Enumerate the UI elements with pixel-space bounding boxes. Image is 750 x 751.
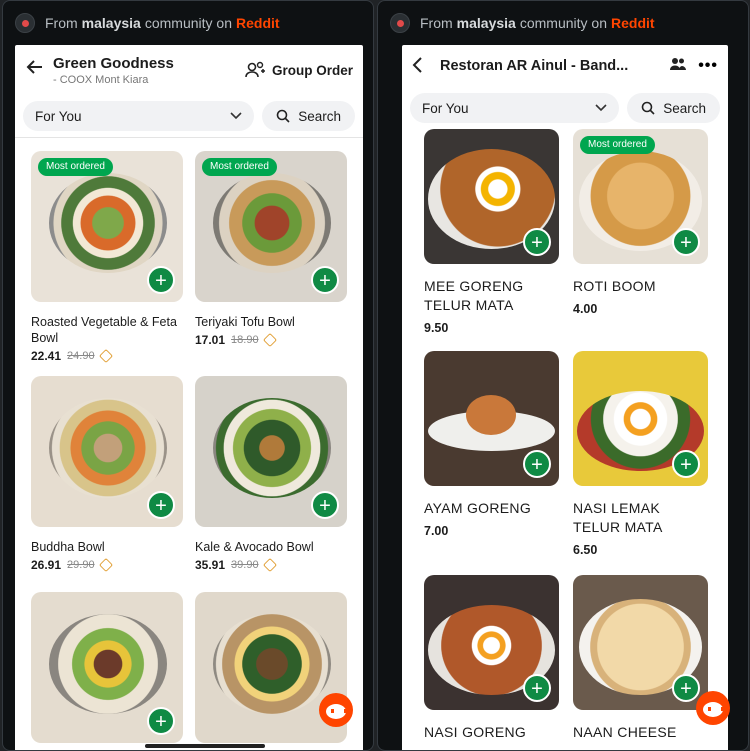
search-button[interactable]: Search (262, 101, 355, 131)
food-image: Most ordered + (195, 151, 347, 302)
add-to-cart-button[interactable]: + (672, 228, 700, 256)
discount-tag-icon (98, 348, 113, 364)
item-name: NASI LEMAK TELUR MATA (573, 500, 663, 535)
food-image: + (31, 376, 183, 527)
app-screen: Restoran AR Ainul - Band... ••• For You … (402, 45, 728, 750)
item-name: ROTI BOOM (573, 278, 656, 294)
community-name: malaysia (81, 15, 141, 31)
add-to-cart-button[interactable]: + (147, 707, 175, 735)
discount-tag-icon (262, 332, 277, 348)
item-price: 17.01 (195, 333, 226, 347)
add-to-cart-button[interactable]: + (523, 228, 551, 256)
add-to-cart-button[interactable]: + (311, 266, 339, 294)
item-name: NAAN CHEESE (573, 724, 677, 740)
most-ordered-badge: Most ordered (580, 136, 655, 154)
menu-item[interactable]: + Buddha Bowl 26.91 29.90 (31, 376, 183, 573)
category-select[interactable]: For You (410, 93, 620, 123)
community-name: malaysia (456, 15, 516, 31)
left-reddit-post: From malaysia community on Reddit Green … (2, 0, 374, 751)
menu-item[interactable]: + NAAN CHEESE (573, 575, 708, 742)
food-image: + (573, 351, 708, 486)
reddit-snoo-icon[interactable] (319, 693, 353, 727)
item-price: 35.91 (195, 558, 226, 572)
back-arrow-icon[interactable] (25, 57, 53, 83)
add-to-cart-button[interactable]: + (311, 491, 339, 519)
reddit-source-bar[interactable]: From malaysia community on Reddit (378, 1, 748, 45)
food-image: + (195, 376, 347, 527)
item-price: 6.50 (573, 543, 598, 557)
most-ordered-badge: Most ordered (38, 158, 113, 176)
item-old-price: 39.90 (231, 559, 259, 571)
item-price: 9.50 (424, 321, 449, 335)
right-reddit-post: From malaysia community on Reddit Restor… (377, 0, 749, 751)
app-screen: Green Goodness - COOX Mont Kiara Group O… (15, 45, 363, 750)
item-name: Kale & Avocado Bowl (195, 540, 314, 554)
divider (15, 137, 363, 138)
food-image: Most ordered + (573, 129, 708, 264)
item-name: Teriyaki Tofu Bowl (195, 315, 295, 329)
store-location: - COOX Mont Kiara (53, 73, 149, 86)
food-image: + (31, 592, 183, 743)
reddit-label: Reddit (236, 15, 280, 31)
menu-item[interactable]: + NASI LEMAK TELUR MATA 6.50 (573, 351, 708, 557)
food-image: Most ordered + (31, 151, 183, 302)
most-ordered-badge: Most ordered (202, 158, 277, 176)
item-name: AYAM GORENG (424, 500, 532, 516)
menu-item[interactable]: Most ordered + Roasted Vegetable & Feta … (31, 151, 183, 364)
item-price: 7.00 (424, 524, 449, 538)
food-image: + (573, 575, 708, 710)
add-to-cart-button[interactable]: + (523, 674, 551, 702)
item-old-price: 18.90 (231, 334, 259, 346)
menu-item[interactable]: + NASI GORENG (424, 575, 559, 742)
food-image: + (424, 351, 559, 486)
item-name: MEE GORENG TELUR MATA (424, 278, 524, 313)
app-header: Restoran AR Ainul - Band... ••• (402, 45, 728, 87)
menu-item[interactable]: Most ordered + ROTI BOOM 4.00 (573, 129, 708, 316)
app-header: Green Goodness - COOX Mont Kiara Group O… (15, 45, 363, 95)
reddit-snoo-icon[interactable] (696, 691, 730, 725)
home-indicator (145, 744, 265, 748)
search-icon (276, 109, 290, 123)
add-to-cart-button[interactable]: + (672, 674, 700, 702)
item-price: 22.41 (31, 349, 62, 363)
more-options-icon[interactable]: ••• (698, 57, 718, 75)
chevron-down-icon (595, 104, 607, 112)
subreddit-icon (390, 13, 410, 33)
group-icon[interactable] (670, 57, 687, 76)
item-name: Buddha Bowl (31, 540, 105, 554)
category-select[interactable]: For You (23, 101, 255, 131)
menu-item[interactable]: + MEE GORENG TELUR MATA 9.50 (424, 129, 559, 335)
store-title: Green Goodness (53, 54, 174, 72)
item-name: NASI GORENG (424, 724, 527, 740)
menu-item[interactable]: + (31, 592, 183, 743)
group-icon (245, 61, 265, 78)
item-name: Roasted Vegetable & Feta Bowl (31, 315, 177, 345)
menu-item[interactable]: + Kale & Avocado Bowl 35.91 39.90 (195, 376, 347, 573)
add-to-cart-button[interactable]: + (523, 450, 551, 478)
subreddit-icon (15, 13, 35, 33)
back-chevron-icon[interactable] (412, 53, 440, 79)
store-title: Restoran AR Ainul - Band... (440, 58, 629, 74)
search-icon (641, 101, 655, 115)
add-to-cart-button[interactable]: + (147, 266, 175, 294)
food-image: + (424, 129, 559, 264)
discount-tag-icon (98, 557, 113, 573)
menu-item[interactable]: Most ordered + Teriyaki Tofu Bowl 17.01 1… (195, 151, 347, 348)
food-image: + (424, 575, 559, 710)
add-to-cart-button[interactable]: + (147, 491, 175, 519)
item-old-price: 29.90 (67, 559, 95, 571)
chevron-down-icon (230, 112, 242, 120)
group-order-button[interactable]: Group Order (244, 61, 353, 79)
reddit-source-bar[interactable]: From malaysia community on Reddit (3, 1, 373, 45)
reddit-label: Reddit (611, 15, 655, 31)
menu-item[interactable]: + AYAM GORENG 7.00 (424, 351, 559, 538)
search-button[interactable]: Search (627, 93, 720, 123)
item-price: 26.91 (31, 558, 62, 572)
item-price: 4.00 (573, 302, 598, 316)
item-old-price: 24.90 (67, 350, 95, 362)
add-to-cart-button[interactable]: + (672, 450, 700, 478)
discount-tag-icon (262, 557, 277, 573)
